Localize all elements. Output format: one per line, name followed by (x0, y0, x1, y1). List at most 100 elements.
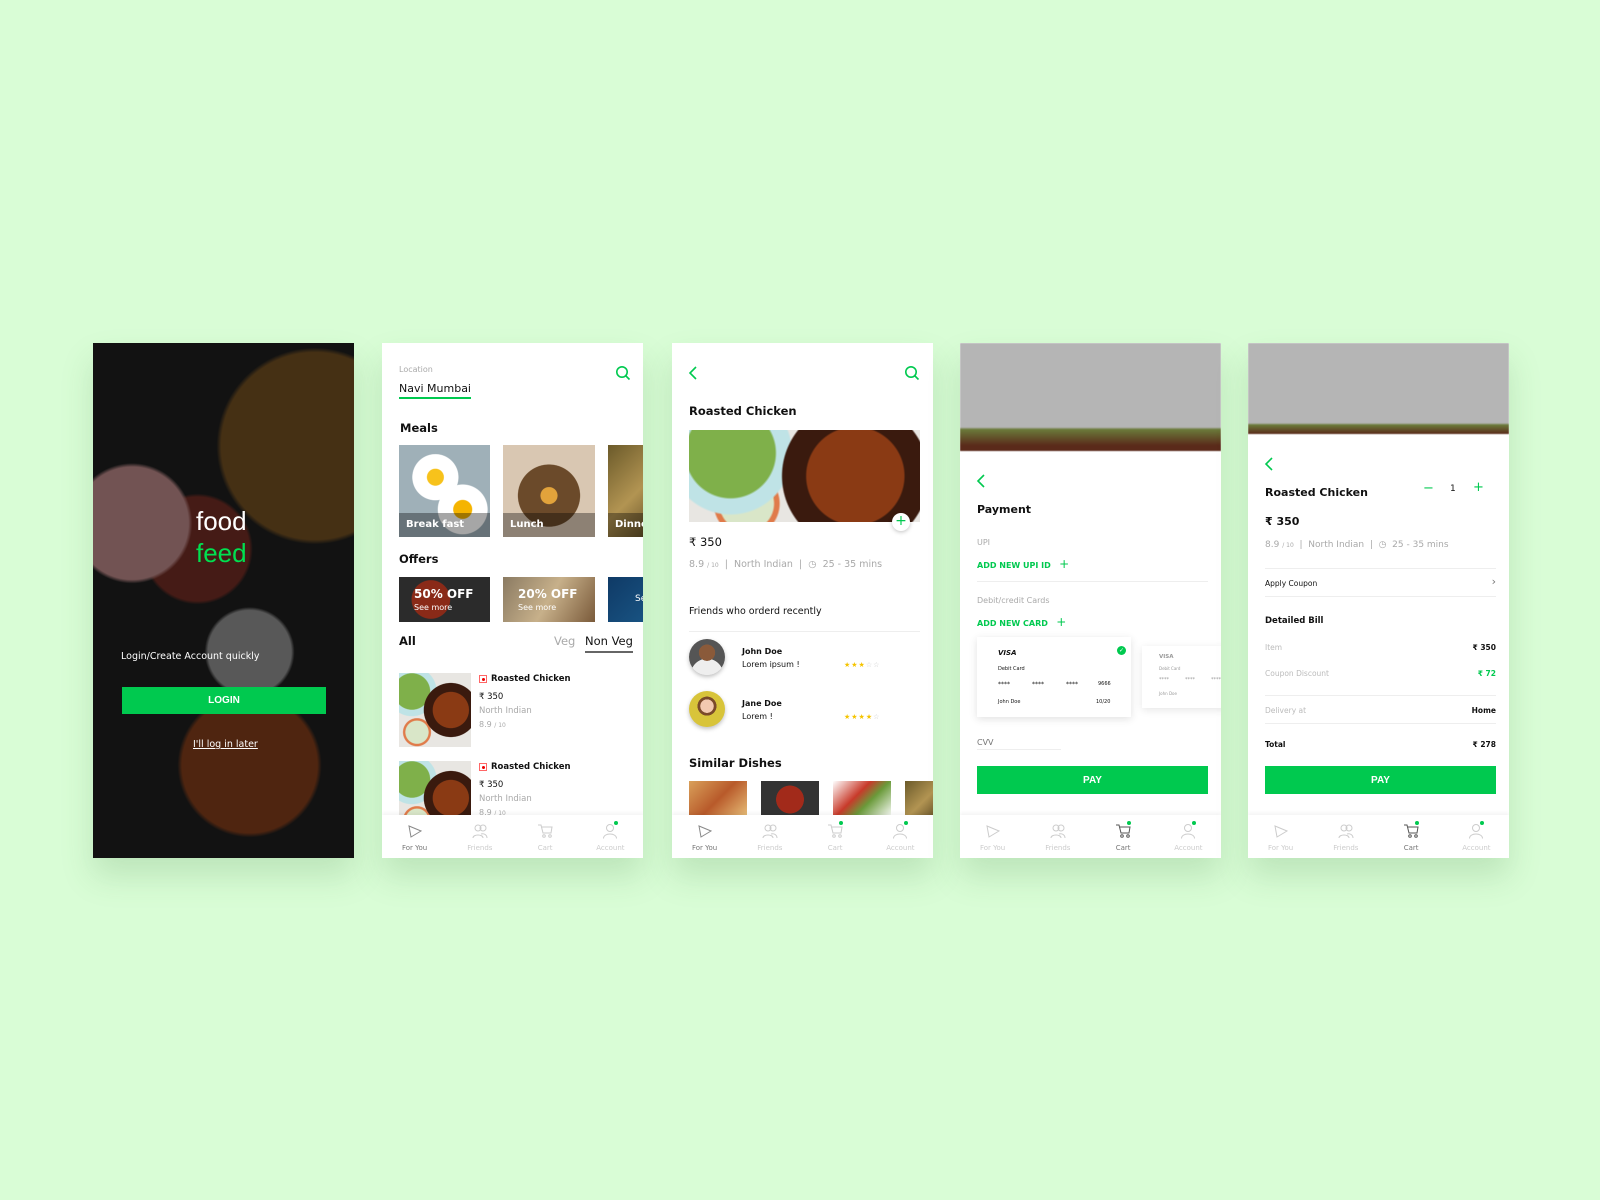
friends-icon (762, 824, 778, 839)
filter-all[interactable]: All (399, 634, 416, 648)
log-in-later-link[interactable]: I'll log in later (193, 739, 258, 750)
dish-image (399, 673, 471, 747)
login-button[interactable]: LOGIN (122, 687, 326, 714)
total-value: ₹ 278 (1472, 740, 1497, 749)
similar-dish-thumb[interactable] (761, 781, 819, 818)
nav-label: Cart (537, 844, 553, 852)
nav-account[interactable]: Account (1156, 815, 1221, 858)
nav-account[interactable]: Account (578, 815, 643, 858)
nav-account[interactable]: Account (868, 815, 933, 858)
avatar[interactable] (689, 691, 725, 727)
friend-review: John Doe Lorem ipsum ! ★★★☆☆ (672, 639, 933, 679)
nav-for-you[interactable]: For You (382, 815, 447, 858)
avatar[interactable] (689, 639, 725, 675)
non-veg-icon (479, 763, 487, 771)
filter-veg[interactable]: Veg (554, 634, 575, 648)
chevron-right-icon: › (1491, 575, 1496, 588)
nav-cart[interactable]: Cart (1379, 815, 1444, 858)
apply-coupon-row[interactable]: Apply Coupon › (1265, 575, 1496, 595)
nav-for-you[interactable]: For You (672, 815, 737, 858)
cards-label: Debit/credit Cards (977, 596, 1050, 605)
upi-label: UPI (977, 538, 991, 547)
offer-tile[interactable]: Se (608, 577, 643, 622)
nav-for-you[interactable]: For You (1248, 815, 1313, 858)
back-icon[interactable] (687, 365, 699, 381)
back-icon[interactable] (975, 473, 987, 489)
location-select[interactable]: Navi Mumbai (399, 382, 471, 399)
back-icon[interactable] (1263, 456, 1275, 472)
nav-label: For You (1268, 844, 1294, 852)
nav-for-you[interactable]: For You (960, 815, 1025, 858)
meal-tile-dinner[interactable]: Dinne (608, 445, 643, 537)
nav-cart[interactable]: Cart (803, 815, 868, 858)
bottom-nav: For You Friends Cart Account (382, 815, 643, 858)
pay-button[interactable]: PAY (1265, 766, 1496, 794)
offer-tile[interactable]: 20% OFF See more (503, 577, 595, 622)
dish-price: ₹ 350 (479, 780, 504, 790)
card-type: Debit Card (998, 666, 1025, 672)
card-holder: John Doe (998, 699, 1021, 705)
cart-icon (538, 824, 553, 838)
pizza-icon (1273, 825, 1288, 838)
cart-icon (828, 824, 843, 838)
plus-icon: + (1059, 557, 1070, 571)
cvv-input[interactable] (977, 735, 1061, 750)
plus-icon: + (1056, 615, 1067, 629)
saved-card[interactable]: VISA Debit Card **** **** **** John Doe (1142, 646, 1221, 708)
brand-food: food (196, 506, 247, 536)
search-icon[interactable] (904, 365, 920, 381)
add-card-button[interactable]: ADD NEW CARD + (977, 615, 1066, 629)
list-item[interactable]: Roasted Chicken ₹ 350 North Indian 8.9 /… (382, 673, 643, 748)
dish-name: Roasted Chicken (491, 762, 571, 772)
bill-item-label: Item (1265, 643, 1283, 652)
check-icon: ✓ (1117, 646, 1126, 655)
dimmed-background (1248, 343, 1509, 434)
filter-non-veg[interactable]: Non Veg (585, 634, 633, 653)
bottom-nav: For You Friends Cart Account (672, 815, 933, 858)
add-upi-button[interactable]: ADD NEW UPI ID + (977, 557, 1069, 571)
friend-name: John Doe (742, 647, 783, 656)
coupon-discount-label: Coupon Discount (1265, 669, 1329, 678)
cart-icon (1404, 824, 1419, 838)
friend-comment: Lorem ipsum ! (742, 660, 800, 669)
decrease-quantity-button[interactable]: − (1423, 481, 1434, 496)
pizza-icon (407, 825, 422, 838)
increase-quantity-button[interactable]: + (1473, 480, 1484, 495)
pay-button[interactable]: PAY (977, 766, 1208, 794)
nav-label: Account (1174, 844, 1203, 852)
similar-dish-thumb[interactable] (833, 781, 891, 818)
location-label: Location (399, 365, 433, 374)
nav-cart[interactable]: Cart (1091, 815, 1156, 858)
meal-tile-lunch[interactable]: Lunch (503, 445, 595, 537)
similar-dish-thumb[interactable] (689, 781, 747, 818)
offer-tile[interactable]: 50% OFF See more (399, 577, 490, 622)
nav-cart[interactable]: Cart (513, 815, 578, 858)
dish-hero-image (689, 430, 920, 522)
nav-label: Friends (467, 844, 493, 852)
similar-dish-thumb[interactable] (905, 781, 933, 818)
nav-label: Cart (1403, 844, 1419, 852)
nav-friends[interactable]: Friends (447, 815, 512, 858)
nav-friends[interactable]: Friends (1313, 815, 1378, 858)
dish-price: ₹ 350 (1265, 515, 1300, 528)
dish-title: Roasted Chicken (689, 404, 797, 418)
card-expiry: 10/20 (1096, 699, 1111, 705)
nav-label: Friends (757, 844, 783, 852)
nav-label: Cart (1115, 844, 1131, 852)
login-screen: food feed Login/Create Account quickly L… (93, 343, 354, 858)
nav-friends[interactable]: Friends (1025, 815, 1090, 858)
delivery-value[interactable]: Home (1472, 706, 1496, 715)
meals-title: Meals (400, 421, 438, 435)
nav-account[interactable]: Account (1444, 815, 1509, 858)
dish-meta: 8.9 / 10 | North Indian | ◷ 25 - 35 mins (689, 559, 883, 570)
cart-screen: Roasted Chicken − 1 + ₹ 350 8.9 / 10 | N… (1248, 343, 1509, 858)
search-icon[interactable] (615, 365, 631, 381)
nav-friends[interactable]: Friends (737, 815, 802, 858)
meal-tile-breakfast[interactable]: Break fast (399, 445, 490, 537)
cart-icon (1116, 824, 1131, 838)
add-to-cart-button[interactable]: + (892, 513, 910, 531)
nav-label: Cart (827, 844, 843, 852)
friend-review: Jane Doe Lorem ! ★★★★☆ (672, 691, 933, 731)
saved-card-selected[interactable]: VISA ✓ Debit Card **** **** **** 9666 Jo… (977, 637, 1131, 717)
dimmed-background (960, 343, 1221, 451)
